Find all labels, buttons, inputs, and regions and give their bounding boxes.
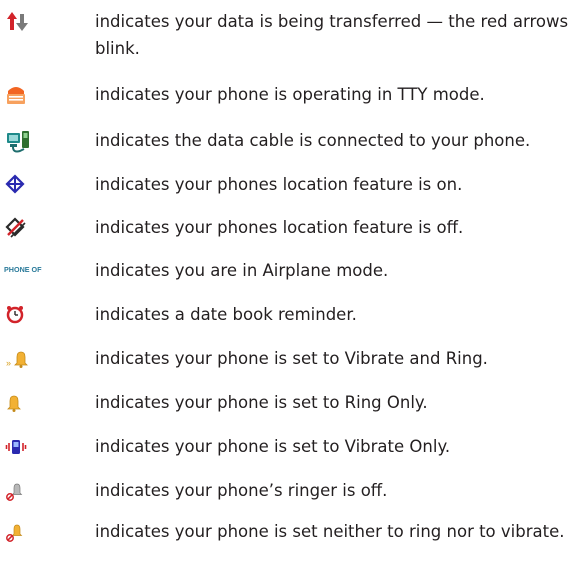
ring-only-bell-icon [4,391,42,417]
item-description: indicates your phone is set neither to r… [95,522,565,541]
vibrate-only-icon [4,435,42,461]
vibrate-and-ring-icon: » [4,347,42,373]
silent-no-ring-no-vibrate-icon [4,520,42,546]
item-description: indicates your phone is set to Vibrate O… [95,437,451,456]
item-description: indicates you are in Airplane mode. [95,261,389,280]
location-off-icon [4,216,42,242]
list-item: indicates your phones location feature i… [0,171,588,211]
list-item: indicates your phone is operating in TTY… [0,81,588,121]
data-cable-icon [4,129,42,155]
list-item: indicates a date book reminder. [0,301,588,341]
item-description: indicates the data cable is connected to… [95,131,531,150]
phone-off-icon-text: PHONE OFF [4,265,42,274]
ringer-off-icon [4,479,42,505]
list-item: indicates your phone is set to Ring Only… [0,389,588,429]
svg-text:»: » [6,358,11,368]
data-transfer-arrows-icon [4,10,42,36]
list-item: indicates your data is being transferred… [0,8,588,58]
tty-mode-icon [4,83,42,109]
list-item: PHONE OFF indicates you are in Airplane … [0,257,588,297]
list-item: indicates your phone is set neither to r… [0,518,588,558]
location-on-icon [4,173,42,199]
item-description: indicates your phone is operating in TTY… [95,85,485,104]
item-description: indicates your phone’s ringer is off. [95,481,388,500]
item-description: indicates your phones location feature i… [95,218,464,237]
list-item: indicates your phones location feature i… [0,214,588,254]
item-description: indicates your phone is set to Ring Only… [95,393,428,412]
airplane-mode-phone-off-icon: PHONE OFF [4,259,42,285]
item-description: indicates your phone is set to Vibrate a… [95,349,488,368]
list-item: indicates the data cable is connected to… [0,127,588,167]
list-item: indicates your phone is set to Vibrate O… [0,433,588,473]
item-description: indicates a date book reminder. [95,305,357,324]
alarm-clock-icon [4,303,42,329]
item-description: indicates your phones location feature i… [95,175,463,194]
list-item: indicates your phone’s ringer is off. [0,477,588,517]
item-description: indicates your data is being transferred… [95,12,569,58]
list-item: » indicates your phone is set to Vibrate… [0,345,588,385]
